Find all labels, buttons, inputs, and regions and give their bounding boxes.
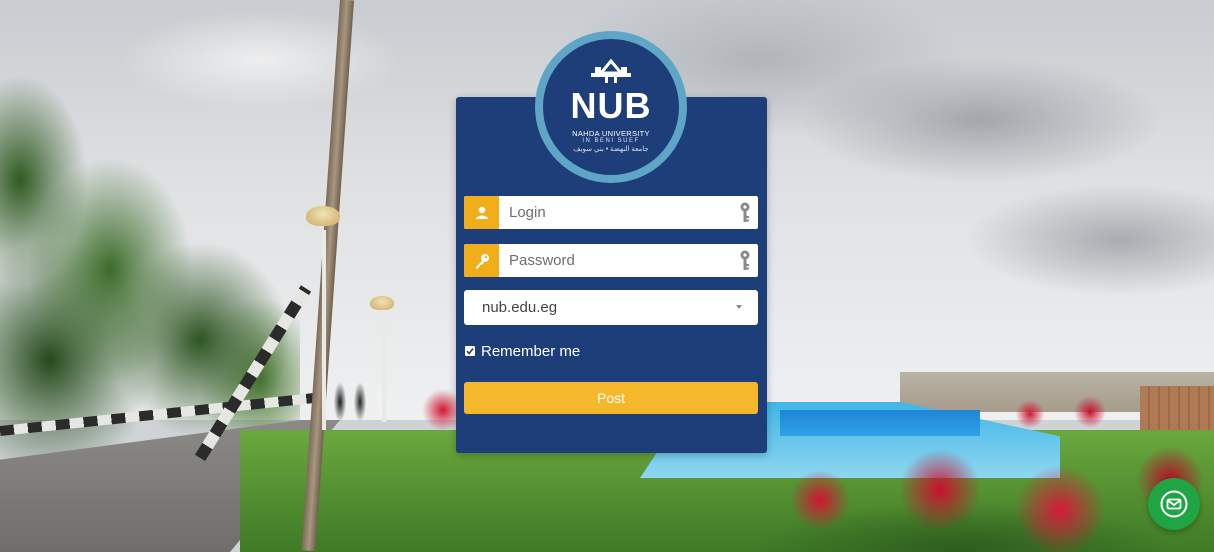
login-input[interactable] — [501, 196, 721, 229]
lamp-pole — [382, 312, 386, 422]
lamp-pole — [322, 230, 326, 430]
login-field-group — [464, 196, 758, 229]
lamp-head — [306, 206, 340, 226]
pool-step — [780, 410, 980, 436]
keyhole-icon — [740, 250, 750, 270]
remember-me-row[interactable]: Remember me — [465, 342, 581, 360]
password-input[interactable] — [501, 244, 721, 277]
logo-wordmark: NUB — [570, 85, 652, 126]
key-icon — [464, 244, 499, 277]
checkmark-icon — [466, 348, 474, 355]
user-icon — [464, 196, 499, 229]
domain-select[interactable]: nub.edu.eg — [464, 290, 758, 325]
keyhole-icon — [740, 202, 750, 222]
remember-me-label: Remember me — [481, 342, 581, 360]
domain-select-value: nub.edu.eg — [482, 299, 558, 316]
lamp-head — [370, 296, 394, 310]
logo-arabic-name: جامعة النهضة • بني سويف — [573, 146, 649, 153]
pedestrians — [330, 378, 400, 426]
flowers-right — [700, 440, 1214, 552]
logo-university-name: NAHDA UNIVERSITY — [572, 129, 650, 138]
brick-wall — [1140, 386, 1214, 436]
chevron-down-icon — [736, 305, 742, 309]
university-logo: NUB NAHDA UNIVERSITY IN BENI SUEF جامعة … — [535, 31, 687, 183]
remember-me-checkbox[interactable] — [465, 346, 475, 356]
logo-location: IN BENI SUEF — [582, 138, 640, 144]
chat-button[interactable] — [1148, 478, 1200, 530]
logo-disc: NUB NAHDA UNIVERSITY IN BENI SUEF جامعة … — [543, 39, 679, 175]
logo-building-icon — [591, 59, 631, 83]
password-field-group — [464, 244, 758, 277]
envelope-icon — [1160, 490, 1188, 518]
post-button[interactable]: Post — [464, 382, 758, 414]
